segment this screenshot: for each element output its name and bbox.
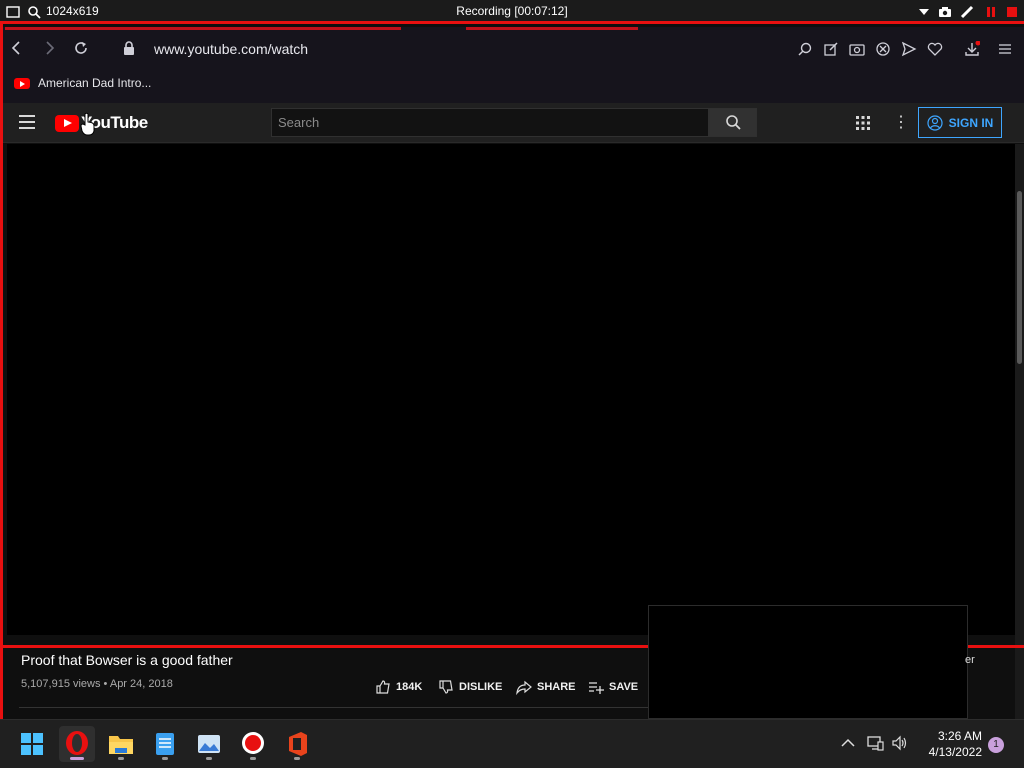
sign-in-button[interactable]: SIGN IN: [918, 107, 1002, 138]
recorder-bar: 1024x619 Recording [00:07:12]: [0, 0, 1024, 24]
thumbs-down-icon: [439, 680, 453, 694]
clock-time: 3:26 AM: [937, 729, 982, 743]
taskbar-app-recorder[interactable]: [235, 726, 271, 762]
video-player[interactable]: [7, 144, 1015, 635]
mini-player[interactable]: [648, 605, 968, 719]
apps-grid-icon[interactable]: [855, 115, 871, 131]
hand-cursor-icon: [80, 112, 95, 136]
search-input[interactable]: [272, 109, 708, 136]
taskbar: 3:26 AM 4/13/2022 1: [0, 719, 1024, 768]
browser-chrome: www.youtube.com/watch American Dad Intro…: [0, 27, 1024, 103]
thumbs-up-icon: [376, 680, 390, 694]
forward-icon[interactable]: [40, 39, 58, 57]
share-icon: [516, 680, 532, 695]
notification-badge[interactable]: 1: [988, 737, 1004, 753]
account-icon: [927, 114, 943, 131]
recording-title: Recording [00:07:12]: [456, 4, 568, 18]
video-title: Proof that Bowser is a good father: [21, 652, 233, 668]
subscribe-overflow-text: er: [965, 654, 975, 666]
pause-icon[interactable]: [984, 5, 998, 19]
bookmark-label: American Dad Intro...: [38, 76, 152, 90]
camera-icon[interactable]: [938, 5, 952, 19]
youtube-favicon-icon: [14, 77, 30, 89]
dislike-label: DISLIKE: [459, 681, 503, 693]
running-indicator: [294, 757, 300, 760]
share-label: SHARE: [537, 681, 576, 693]
edit-icon[interactable]: [823, 41, 839, 57]
like-count: 184K: [396, 681, 423, 693]
clock-date: 4/13/2022: [928, 745, 982, 759]
bookmark-item[interactable]: American Dad Intro...: [14, 74, 151, 92]
running-indicator: [250, 757, 256, 760]
download-icon[interactable]: [964, 41, 980, 57]
tab-indicator[interactable]: [466, 27, 638, 30]
more-options-icon[interactable]: ⋮: [893, 113, 909, 133]
windows-logo-icon: [21, 733, 43, 755]
pen-icon[interactable]: [960, 5, 974, 19]
taskbar-app-file-explorer[interactable]: [103, 726, 139, 762]
save-label: SAVE: [609, 681, 639, 693]
dislike-button[interactable]: DISLIKE: [438, 678, 502, 696]
youtube-play-icon: [55, 114, 79, 132]
sign-in-label: SIGN IN: [948, 115, 994, 130]
search-button[interactable]: [709, 108, 757, 137]
running-indicator: [118, 757, 124, 760]
chevron-up-icon[interactable]: [839, 734, 857, 752]
dropdown-icon[interactable]: [917, 5, 931, 19]
lock-icon[interactable]: [120, 39, 138, 57]
web-page: YouTube ⋮ SIGN IN: [0, 103, 1024, 719]
back-icon[interactable]: [8, 39, 26, 57]
divider: [19, 707, 649, 708]
taskbar-app-notepad[interactable]: [147, 726, 183, 762]
search-icon: [726, 115, 741, 130]
taskbar-app-opera[interactable]: [59, 726, 95, 762]
youtube-header: YouTube ⋮ SIGN IN: [3, 103, 1024, 143]
system-clock[interactable]: 3:26 AM 4/13/2022: [916, 728, 982, 760]
running-indicator: [162, 757, 168, 760]
network-icon[interactable]: [866, 734, 884, 752]
like-button[interactable]: 184K: [375, 678, 422, 696]
share-button[interactable]: SHARE: [516, 678, 576, 696]
adblock-icon[interactable]: [875, 41, 891, 57]
heart-icon[interactable]: [927, 41, 943, 57]
reload-icon[interactable]: [72, 39, 90, 57]
tab-indicator[interactable]: [5, 27, 401, 30]
volume-icon[interactable]: [891, 734, 909, 752]
scrollbar-thumb[interactable]: [1017, 191, 1022, 364]
taskbar-app-office[interactable]: [279, 726, 315, 762]
save-button[interactable]: SAVE: [588, 678, 638, 696]
send-icon[interactable]: [901, 41, 917, 57]
active-indicator: [70, 757, 84, 760]
youtube-logo[interactable]: YouTube: [55, 113, 148, 133]
hamburger-menu-icon[interactable]: [19, 115, 35, 129]
address-bar[interactable]: www.youtube.com/watch: [154, 41, 308, 57]
start-button[interactable]: [14, 726, 50, 762]
search-icon[interactable]: [797, 41, 813, 57]
search-box: [271, 108, 709, 137]
snapshot-icon[interactable]: [849, 41, 865, 57]
running-indicator: [206, 757, 212, 760]
playlist-add-icon: [589, 682, 604, 694]
easy-setup-icon[interactable]: [997, 41, 1013, 57]
taskbar-app-photos[interactable]: [191, 726, 227, 762]
recording-frame-left: [0, 24, 3, 103]
stop-icon[interactable]: [1005, 5, 1019, 19]
video-meta: 5,107,915 views • Apr 24, 2018: [21, 678, 173, 690]
